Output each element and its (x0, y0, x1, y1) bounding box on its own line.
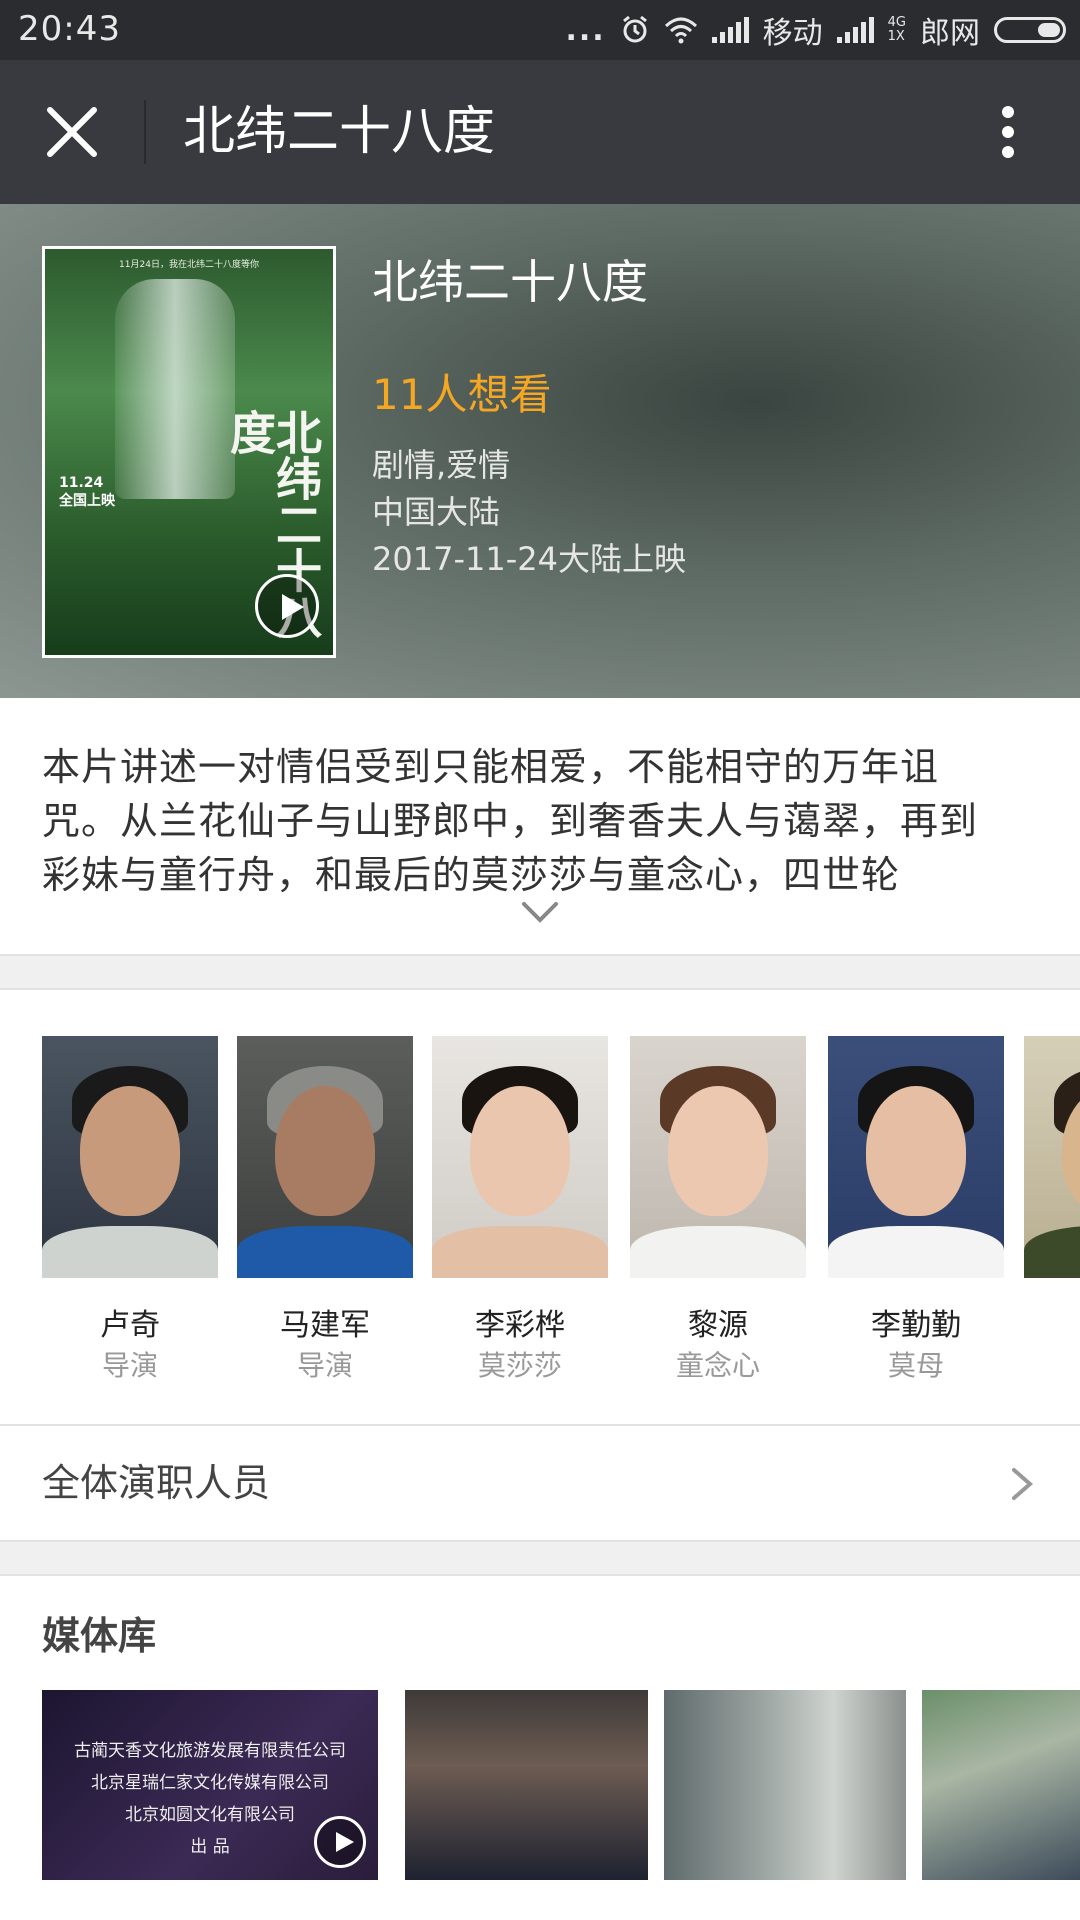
all-cast-row[interactable]: 全体演职人员 (0, 1426, 1080, 1542)
title-bar: 北纬二十八度 (0, 60, 1080, 204)
avatar (42, 1036, 218, 1278)
poster-tagline: 11月24日，我在北纬二十八度等你 (119, 260, 259, 270)
play-icon[interactable] (255, 574, 319, 638)
media-thumbnail[interactable] (922, 1690, 1080, 1880)
cast-list: 卢奇 导演 马建军 导演 李彩桦 莫莎莎 黎源 童念心 李勤勤 莫母 (0, 988, 1080, 1426)
avatar (630, 1036, 806, 1278)
cast-name: 卢奇 (100, 1308, 160, 1343)
avatar (828, 1036, 1004, 1278)
cast-name: 黎源 (688, 1308, 748, 1343)
movie-header: 11月24日，我在北纬二十八度等你 北纬二十八度 11.24 全国上映 北纬二十八… (0, 204, 1080, 698)
cast-role: 导演 (101, 1349, 158, 1382)
signal-icon (711, 17, 749, 43)
avatar (1024, 1036, 1080, 1278)
movie-region: 中国大陆 (372, 493, 501, 531)
cast-item[interactable]: 李勤勤 莫母 (828, 1036, 1004, 1386)
status-time: 20:43 (18, 9, 121, 49)
cast-item[interactable] (1024, 1036, 1080, 1278)
battery-icon (994, 17, 1066, 43)
credit-line: 古蔺天香文化旅游发展有限责任公司 (74, 1741, 346, 1761)
carrier-label: 移动 (762, 16, 823, 51)
cast-item[interactable]: 黎源 童念心 (630, 1036, 806, 1386)
poster-waterfall (115, 279, 235, 499)
media-thumbnail[interactable] (405, 1690, 648, 1880)
cast-name: 李勤勤 (871, 1308, 961, 1343)
cast-item[interactable]: 李彩桦 莫莎莎 (432, 1036, 608, 1386)
avatar (432, 1036, 608, 1278)
more-notifications-icon: ... (565, 12, 606, 48)
status-bar: 20:43 ... 移动 4G 1X 郎网 (0, 0, 1080, 60)
carrier-label-2: 郎网 (920, 16, 980, 51)
want-to-see-count: 11人想看 (372, 370, 552, 419)
synopsis-text: 本片讲述一对情侣受到只能相爱，不能相守的万年诅咒。从兰花仙子与山野郎中，到奢香夫… (42, 745, 979, 897)
media-thumbnail[interactable] (664, 1690, 906, 1880)
movie-release: 2017-11-24大陆上映 (372, 540, 686, 578)
synopsis-section: 本片讲述一对情侣受到只能相爱，不能相守的万年诅咒。从兰花仙子与山野郎中，到奢香夫… (0, 698, 1080, 956)
page-title: 北纬二十八度 (183, 102, 496, 162)
cast-item[interactable]: 卢奇 导演 (42, 1036, 218, 1386)
movie-title: 北纬二十八度 (372, 255, 648, 309)
chevron-right-icon (1012, 1468, 1034, 1500)
status-icons: ... 移动 4G 1X 郎网 (565, 8, 1066, 52)
all-cast-label: 全体演职人员 (42, 1461, 271, 1505)
cast-role: 莫母 (887, 1349, 944, 1382)
cast-role: 莫莎莎 (477, 1349, 562, 1382)
poster-date: 11.24 全国上映 (59, 475, 115, 509)
movie-info: 北纬二十八度 11人想看 剧情,爱情 中国大陆 2017-11-24大陆上映 (372, 254, 686, 583)
network-type: 4G 1X (887, 15, 906, 44)
cast-role: 导演 (296, 1349, 353, 1382)
media-library-title: 媒体库 (42, 1614, 157, 1658)
signal-icon-2 (836, 17, 874, 43)
credit-line: 北京星瑞仁家文化传媒有限公司 (91, 1773, 329, 1793)
cast-name: 马建军 (280, 1308, 370, 1343)
movie-meta: 剧情,爱情 中国大陆 2017-11-24大陆上映 (372, 442, 686, 583)
cast-role: 童念心 (675, 1349, 760, 1382)
alarm-icon (622, 15, 647, 43)
movie-poster[interactable]: 11月24日，我在北纬二十八度等你 北纬二十八度 11.24 全国上映 (42, 246, 336, 658)
chevron-down-icon[interactable] (520, 898, 560, 928)
play-icon[interactable] (314, 1816, 366, 1868)
cast-item[interactable]: 马建军 导演 (237, 1036, 413, 1386)
title-divider (144, 100, 146, 164)
media-library: 媒体库 古蔺天香文化旅游发展有限责任公司 北京星瑞仁家文化传媒有限公司 北京如圆… (0, 1574, 1080, 1920)
avatar (237, 1036, 413, 1278)
more-vertical-icon[interactable] (976, 100, 1040, 164)
cast-name: 李彩桦 (475, 1308, 565, 1343)
media-thumbnail-video[interactable]: 古蔺天香文化旅游发展有限责任公司 北京星瑞仁家文化传媒有限公司 北京如圆文化有限… (42, 1690, 378, 1880)
movie-genre: 剧情,爱情 (372, 446, 511, 484)
close-icon[interactable] (40, 100, 104, 164)
wifi-icon (664, 17, 697, 44)
